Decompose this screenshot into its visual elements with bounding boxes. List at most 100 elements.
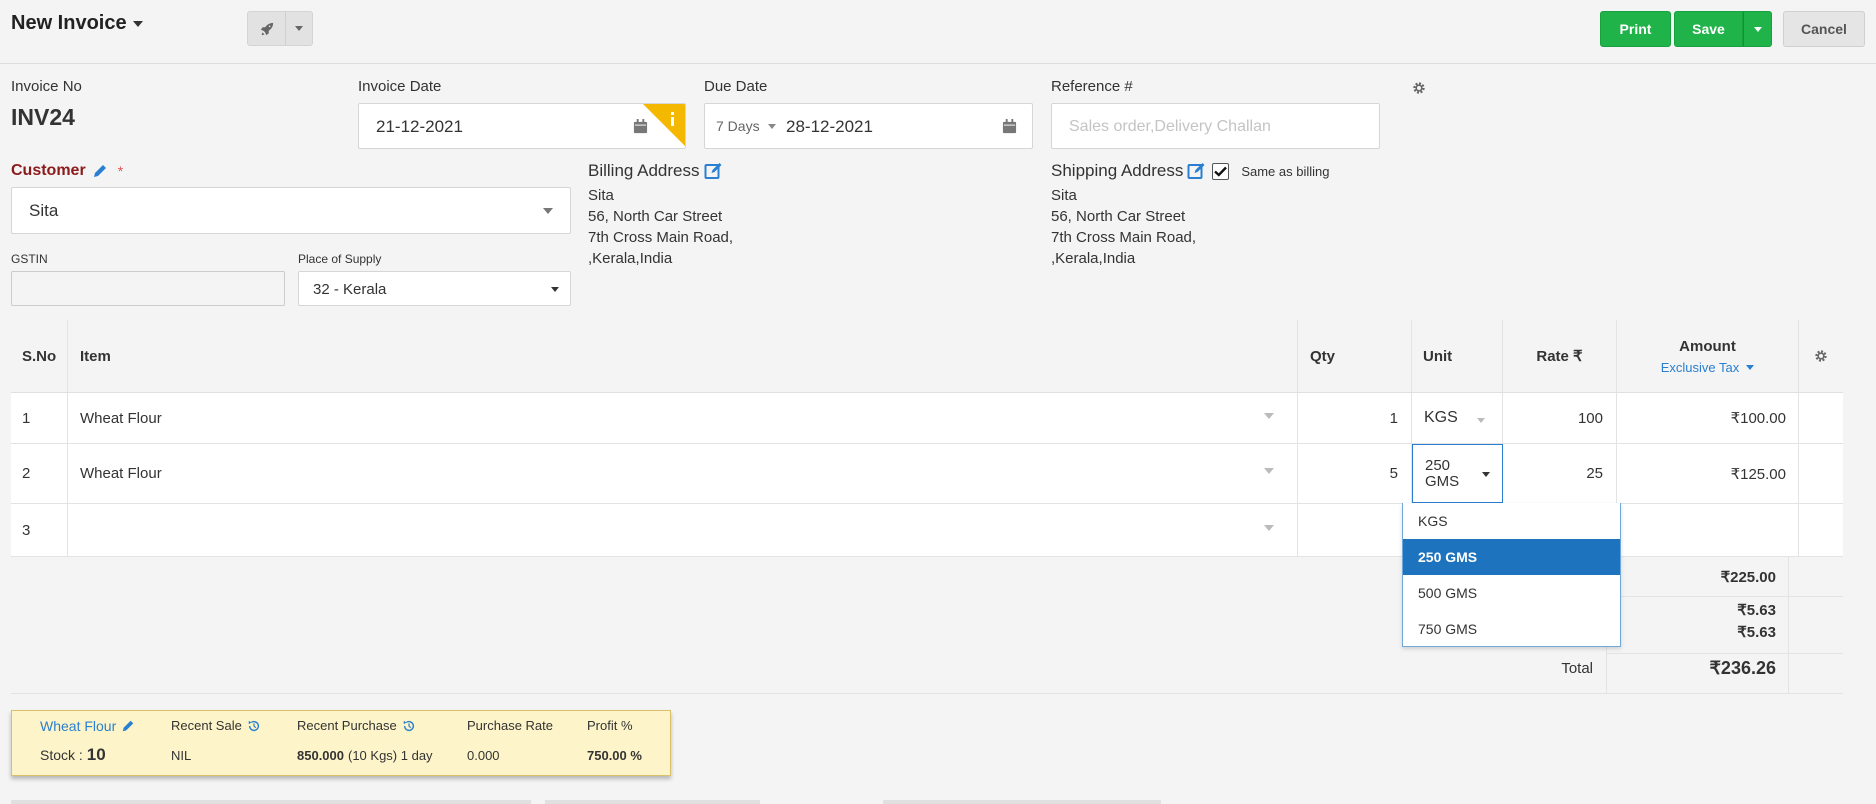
panel-profit-value: 750.00 % — [587, 748, 642, 763]
tax-value-1: ₹5.63 — [1737, 602, 1776, 619]
panel-recent-purchase-value: 850.000 — [297, 748, 344, 763]
gstin-label: GSTIN — [11, 252, 48, 266]
gear-icon[interactable] — [1814, 349, 1828, 363]
row-unit-value: KGS — [1424, 409, 1458, 426]
rocket-button[interactable] — [248, 12, 286, 45]
panel-item-name[interactable]: Wheat Flour — [40, 718, 116, 734]
row-item-select[interactable]: Wheat Flour — [68, 393, 1298, 443]
row-qty-input[interactable] — [1298, 504, 1412, 556]
panel-recent-purchase: 850.000 (10 Kgs) 1 day — [297, 748, 433, 763]
calendar-icon[interactable] — [1002, 119, 1017, 134]
shipping-address-line: 56, North Car Street — [1051, 208, 1186, 225]
row-item-select[interactable]: Wheat Flour — [68, 444, 1298, 503]
chevron-down-icon — [132, 20, 143, 27]
place-of-supply-select[interactable]: 32 - Kerala — [298, 271, 571, 306]
invoice-date-field[interactable]: 21-12-2021 — [358, 103, 686, 149]
unit-option[interactable]: KGS — [1403, 503, 1620, 539]
divider — [1607, 596, 1843, 597]
due-date-label: Due Date — [704, 78, 768, 95]
page-title[interactable]: New Invoice — [11, 12, 143, 35]
pencil-icon[interactable] — [121, 719, 135, 733]
row-actions-cell — [1799, 444, 1843, 503]
unit-option[interactable]: 500 GMS — [1403, 575, 1620, 611]
row-unit-select-open[interactable]: 250 GMS — [1412, 444, 1503, 503]
chevron-down-icon — [768, 124, 776, 129]
chevron-down-icon — [1477, 418, 1485, 423]
save-button[interactable]: Save — [1674, 11, 1743, 47]
invoice-date-value: 21-12-2021 — [376, 117, 463, 136]
unit-option[interactable]: 750 GMS — [1403, 611, 1620, 647]
row-amount: ₹100.00 — [1617, 393, 1799, 443]
required-mark: * — [117, 163, 124, 179]
gstin-field[interactable] — [11, 271, 285, 306]
row-item-name: Wheat Flour — [80, 409, 162, 427]
save-options-dropdown[interactable] — [1743, 11, 1772, 47]
same-as-billing-label[interactable]: Same as billing — [1241, 164, 1329, 179]
chevron-down-icon — [1746, 364, 1755, 370]
shipping-address-line: ,Kerala,India — [1051, 250, 1136, 267]
edit-icon[interactable] — [1187, 162, 1206, 180]
print-button[interactable]: Print — [1600, 11, 1671, 47]
panel-stock-label: Stock : — [40, 747, 83, 763]
chevron-down-icon — [543, 208, 553, 214]
invoice-no-value: INV24 — [11, 104, 75, 130]
same-as-billing-checkbox[interactable] — [1212, 162, 1230, 180]
table-row: 2 Wheat Flour 5 250 GMS 25 ₹125.00 — [11, 444, 1843, 504]
panel-recent-sale-header: Recent Sale — [171, 718, 261, 733]
divider — [11, 693, 1843, 694]
shipping-address-header: Shipping Address Same as billing — [1051, 161, 1329, 181]
col-header-item: Item — [68, 320, 1298, 392]
row-rate-input[interactable]: 100 — [1503, 393, 1617, 443]
chevron-down-icon — [1753, 26, 1762, 32]
row-unit-select[interactable]: KGS — [1412, 393, 1503, 443]
chevron-down-icon — [1264, 525, 1274, 531]
quick-actions-dropdown[interactable] — [286, 12, 312, 45]
row-qty-input[interactable]: 1 — [1298, 393, 1412, 443]
panel-recent-sale-label: Recent Sale — [171, 718, 242, 733]
unit-option-selected[interactable]: 250 GMS — [1403, 539, 1620, 575]
chevron-down-icon — [1264, 413, 1274, 419]
billing-address-header: Billing Address — [588, 161, 723, 181]
due-terms-select[interactable]: 7 Days — [716, 118, 760, 134]
row-rate-input[interactable]: 25 — [1503, 444, 1617, 503]
divider — [1607, 653, 1843, 654]
row-item-select[interactable] — [68, 504, 1298, 556]
quick-actions-button-group[interactable] — [247, 11, 313, 46]
panel-recent-purchase-label: Recent Purchase — [297, 718, 397, 733]
panel-recent-sale-value: NIL — [171, 748, 192, 763]
col-header-qty: Qty — [1298, 320, 1412, 392]
row-item-name: Wheat Flour — [80, 465, 162, 482]
due-date-field[interactable]: 7 Days 28-12-2021 — [704, 103, 1033, 149]
billing-address-label: Billing Address — [588, 161, 700, 180]
panel-purchase-rate-value: 0.000 — [467, 748, 500, 763]
pencil-icon[interactable] — [92, 163, 108, 179]
edit-icon[interactable] — [704, 162, 723, 180]
chevron-down-icon — [1264, 468, 1274, 474]
cancel-button[interactable]: Cancel — [1783, 11, 1865, 47]
gear-icon[interactable] — [1412, 81, 1426, 95]
col-header-unit: Unit — [1412, 320, 1503, 392]
customer-label: Customer — [11, 162, 86, 179]
row-actions-cell — [1799, 393, 1843, 443]
customer-select[interactable]: Sita — [11, 187, 571, 234]
panel-stock-value: 10 — [86, 745, 106, 764]
tax-mode-select[interactable]: Exclusive Tax — [1661, 360, 1755, 375]
rocket-icon — [260, 22, 273, 35]
billing-address-line: Sita — [588, 187, 614, 204]
panel-item-header: Wheat Flour — [40, 718, 135, 734]
history-icon[interactable] — [402, 719, 416, 733]
row-unit-value: 250 GMS — [1425, 456, 1460, 490]
place-of-supply-value: 32 - Kerala — [313, 281, 387, 298]
item-info-panel: Wheat Flour Stock : 10 Recent Sale NIL R… — [11, 710, 671, 776]
billing-address-line: ,Kerala,India — [588, 250, 673, 267]
row-qty-input[interactable]: 5 — [1298, 444, 1412, 503]
row-amount — [1617, 504, 1799, 556]
reference-field[interactable]: Sales order,Delivery Challan — [1051, 103, 1380, 149]
history-icon[interactable] — [247, 719, 261, 733]
divider — [1788, 557, 1789, 694]
panel-profit-label: Profit % — [587, 718, 633, 733]
invoice-no-label: Invoice No — [11, 78, 82, 95]
place-of-supply-label: Place of Supply — [298, 252, 382, 266]
bottom-section-edge — [545, 800, 760, 804]
info-warning-icon[interactable] — [642, 103, 686, 149]
